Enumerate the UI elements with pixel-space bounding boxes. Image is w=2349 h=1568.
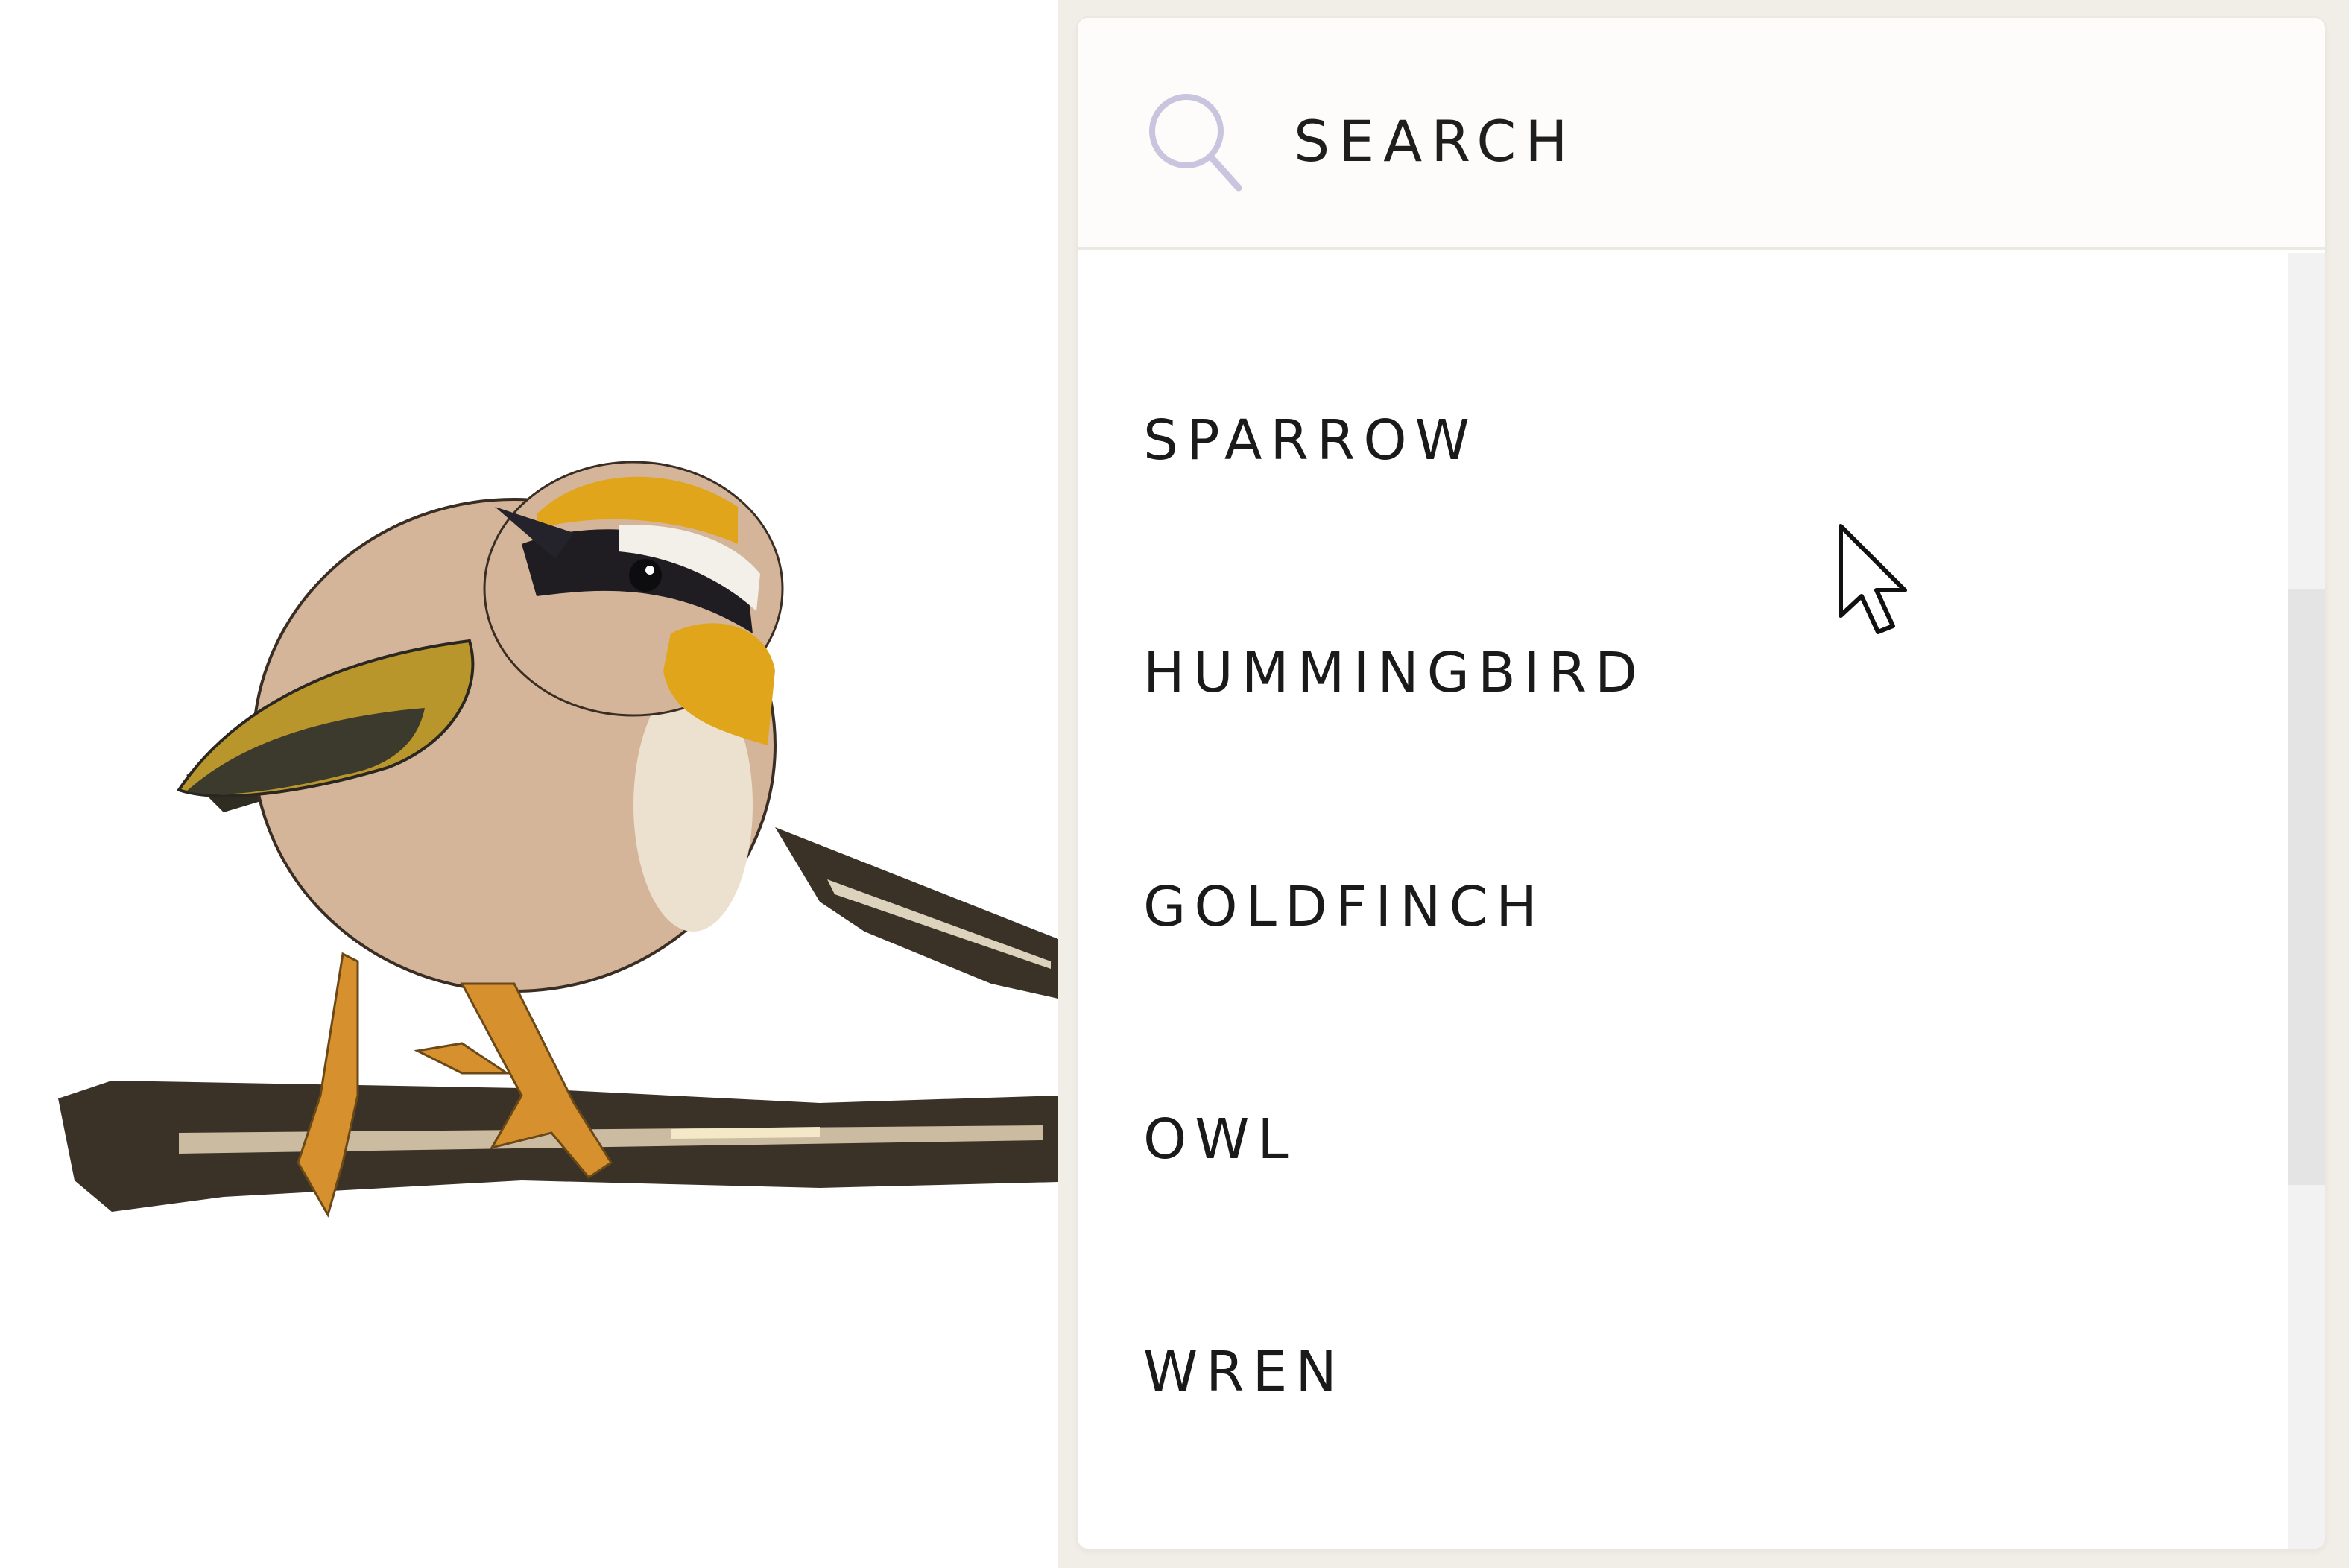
mouse-pointer-icon [1836,522,1911,641]
search-bar [1078,18,2325,250]
search-dropdown-panel: SPARROW HUMMINGBIRD GOLDFINCH OWL WREN [1078,18,2325,1549]
bird-list: SPARROW HUMMINGBIRD GOLDFINCH OWL WREN [1078,250,2285,1549]
list-item-owl[interactable]: OWL [1143,1084,2187,1195]
list-item-sparrow[interactable]: SPARROW [1143,385,2187,496]
bird-illustration [0,0,1058,1568]
search-input[interactable] [1294,100,2263,182]
list-item-hummingbird[interactable]: HUMMINGBIRD [1143,617,2187,729]
bird-eye [629,559,662,592]
list-item-goldfinch[interactable]: GOLDFINCH [1143,851,2187,963]
scrollbar-thumb[interactable] [2288,589,2325,1185]
search-icon [1148,85,1245,204]
scrollbar-track[interactable] [2288,253,2325,1549]
list-item-wren[interactable]: WREN [1143,1316,2187,1428]
